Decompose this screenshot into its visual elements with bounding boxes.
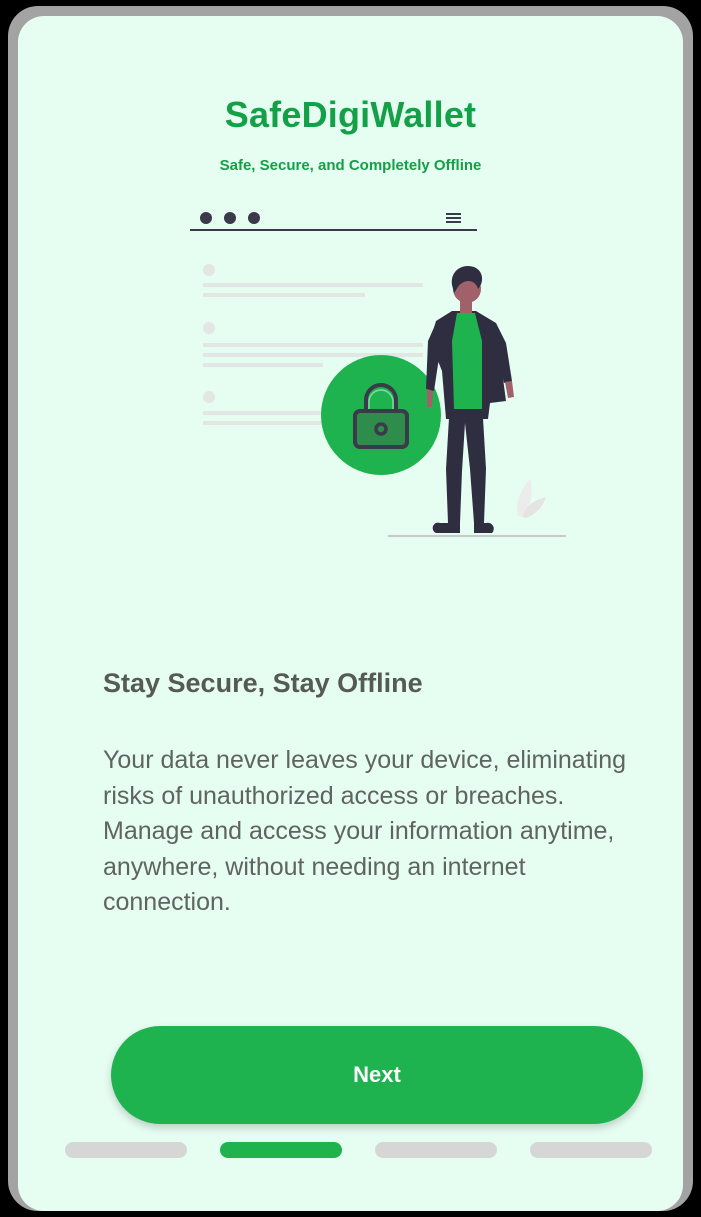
page-indicator-dot-1 <box>65 1142 187 1158</box>
app-subtitle: Safe, Secure, and Completely Offline <box>219 157 482 174</box>
page-indicator-dot-4 <box>530 1142 652 1158</box>
page-indicator-dot-2-active <box>220 1142 342 1158</box>
onboarding-heading: Stay Secure, Stay Offline <box>103 668 423 698</box>
person-figure <box>426 265 514 533</box>
next-button[interactable]: Next <box>111 1026 643 1124</box>
onboarding-screen: SafeDigiWallet Safe, Secure, and Complet… <box>18 16 683 1211</box>
person-with-padlock-illustration <box>190 212 566 537</box>
browser-window-dots-icon <box>200 212 260 224</box>
onboarding-description: Your data never leaves your device, elim… <box>103 746 626 916</box>
hamburger-menu-icon <box>446 213 461 223</box>
app-title: SafeDigiWallet <box>224 94 477 135</box>
page-indicator-dot-3 <box>375 1142 497 1158</box>
